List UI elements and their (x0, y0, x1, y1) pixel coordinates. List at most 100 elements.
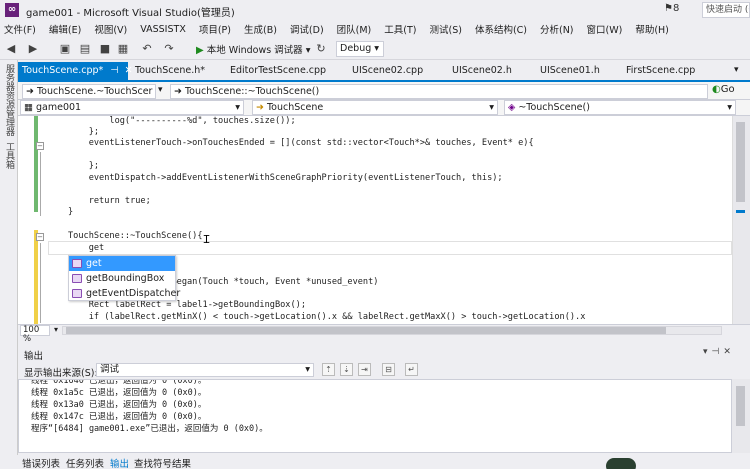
output-line: 程序“[6484] game001.exe”已退出，返回值为 0 (0x0)。 (31, 424, 268, 434)
clear-all-icon[interactable]: ⊟ (382, 363, 395, 376)
word-wrap-icon[interactable]: ↵ (405, 363, 418, 376)
quick-launch-input[interactable]: 快速启动 (C (702, 2, 750, 18)
redo-icon[interactable]: ↷ (162, 42, 176, 56)
outline-collapse-icon[interactable]: − (36, 233, 44, 241)
scroll-position-marker (736, 210, 745, 213)
visual-studio-logo-icon: ∞ (5, 3, 19, 17)
panel-window-controls[interactable]: ▾⊣✕ (703, 347, 735, 357)
menu-project[interactable]: 项目(P) (199, 22, 231, 36)
tab-uiscene01-h[interactable]: UIScene01.h (536, 62, 616, 80)
menu-view[interactable]: 视图(V) (94, 22, 127, 36)
unsaved-change-bar (34, 230, 38, 324)
code-line: get (68, 243, 105, 253)
toolbox-tab[interactable]: 工具箱 (3, 142, 16, 169)
pin-icon[interactable]: ⊣ (712, 347, 724, 357)
method-icon (72, 274, 82, 283)
tab-find-symbol-results[interactable]: 查找符号结果 (134, 456, 191, 469)
server-explorer-tab[interactable]: 服务器资源管理器 (3, 64, 16, 136)
class-select[interactable]: ➜ TouchScene ▾ (252, 100, 498, 115)
horizontal-scroll-thumb[interactable] (66, 327, 666, 334)
go-circle-icon: ◐ (712, 84, 721, 95)
close-icon[interactable]: ✕ (723, 347, 735, 357)
menu-window[interactable]: 窗口(W) (587, 22, 623, 36)
arrow-icon: ➜ (26, 86, 37, 97)
method-icon (72, 259, 82, 268)
notification-flag-icon[interactable]: ⚑8 (664, 3, 679, 14)
open-file-icon[interactable]: ▤ (78, 42, 92, 56)
va-scope-left-select[interactable]: ➜ TouchScene.~TouchScer (22, 84, 156, 99)
code-line: log("----------%d", touches.size()); (68, 116, 296, 126)
member-select[interactable]: ◈ ~TouchScene() ▾ (504, 100, 736, 115)
menu-vassistx[interactable]: VASSISTX (140, 24, 186, 35)
undo-icon[interactable]: ↶ (140, 42, 154, 56)
tab-firstscene-cpp[interactable]: FirstScene.cpp (622, 62, 712, 80)
va-scope-right-select[interactable]: ➜ TouchScene::~TouchScene() (170, 84, 708, 99)
code-line: TouchScene::~TouchScene(){ (68, 231, 203, 241)
forward-icon[interactable]: ▶ (26, 42, 40, 56)
intellisense-item-geteventdispatcher[interactable]: getEventDispatcher (69, 286, 180, 301)
chevron-down-icon[interactable]: ▾ (54, 325, 58, 334)
code-line: } (68, 207, 74, 217)
pin-icon[interactable]: ⊣ (110, 65, 118, 76)
class-icon: ➜ (256, 102, 267, 113)
method-icon: ◈ (508, 102, 519, 113)
tab-error-list[interactable]: 错误列表 (22, 456, 60, 469)
menu-team[interactable]: 团队(M) (337, 22, 372, 36)
editor-scroll-thumb[interactable] (736, 122, 745, 202)
tab-overflow-icon[interactable]: ▾ (734, 65, 739, 75)
arrow-icon: ➜ (174, 86, 185, 97)
notification-count: 8 (672, 3, 680, 14)
code-editor[interactable]: − − log("----------%d", touches.size());… (18, 116, 732, 324)
solution-config-select[interactable]: Debug ▾ (336, 41, 384, 57)
outline-collapse-icon[interactable]: − (36, 142, 44, 150)
go-to-line-icon[interactable]: ⇥ (358, 363, 371, 376)
menu-tools[interactable]: 工具(T) (384, 22, 416, 36)
project-icon: ▦ (24, 102, 36, 113)
output-source-select[interactable]: 调试 ▾ (96, 363, 314, 377)
tab-touchscene-h[interactable]: TouchScene.h* (131, 62, 221, 80)
menu-analyze[interactable]: 分析(N) (540, 22, 574, 36)
menu-test[interactable]: 测试(S) (429, 22, 461, 36)
code-line: return true; (68, 196, 151, 206)
intellisense-item-getboundingbox[interactable]: getBoundingBox (69, 271, 175, 286)
tab-task-list[interactable]: 任务列表 (66, 456, 104, 469)
overlay-widget (606, 458, 636, 469)
menu-help[interactable]: 帮助(H) (635, 22, 669, 36)
save-icon[interactable]: ■ (98, 42, 112, 56)
output-text-area[interactable]: 线程 0x1640 已退出，返回值为 0 (0x0)。 线程 0x1a5c 已退… (18, 379, 732, 453)
menu-bar: 文件(F) 编辑(E) 视图(V) VASSISTX 项目(P) 生成(B) 调… (0, 20, 750, 38)
project-select[interactable]: ▦ game001 ▾ (20, 100, 244, 115)
next-message-icon[interactable]: ⇣ (340, 363, 353, 376)
find-message-icon[interactable]: ⇡ (322, 363, 335, 376)
start-debugging-button[interactable]: ▶ 本地 Windows 调试器 ▾ (196, 42, 311, 56)
new-project-icon[interactable]: ▣ (58, 42, 72, 56)
chevron-down-icon[interactable]: ▾ (703, 347, 712, 357)
menu-architecture[interactable]: 体系结构(C) (475, 22, 527, 36)
menu-edit[interactable]: 编辑(E) (49, 22, 81, 36)
refresh-icon[interactable]: ↻ (314, 42, 328, 56)
chevron-down-icon[interactable]: ▾ (158, 85, 163, 95)
code-line: if (labelRect.getMinX() < touch->getLoca… (68, 312, 586, 322)
tab-output[interactable]: 输出 (110, 456, 129, 469)
intellisense-item-get[interactable]: get (69, 256, 175, 271)
output-source-label: 显示输出来源(S): (24, 368, 98, 379)
zoom-level-select[interactable]: 100 % (20, 325, 50, 344)
menu-file[interactable]: 文件(F) (4, 22, 36, 36)
tab-editortestscene-cpp[interactable]: EditorTestScene.cpp (226, 62, 336, 80)
output-panel-title: 输出 (24, 351, 44, 362)
play-icon: ▶ (196, 45, 204, 56)
intellisense-popup[interactable]: get getBoundingBox getEventDispatcher (68, 255, 180, 301)
go-button[interactable]: ◐Go (712, 84, 735, 95)
menu-debug[interactable]: 调试(D) (290, 22, 324, 36)
tab-touchscene-cpp[interactable]: TouchScene.cpp* ⊣ ✕ (18, 62, 133, 80)
tab-uiscene02-cpp[interactable]: UIScene02.cpp (348, 62, 438, 80)
outline-guide (40, 243, 41, 323)
save-all-icon[interactable]: ▦ (116, 42, 130, 56)
tab-uiscene02-h[interactable]: UIScene02.h (448, 62, 528, 80)
output-scroll-thumb[interactable] (736, 386, 745, 426)
ibeam-cursor-icon: Ｉ (201, 233, 212, 246)
menu-build[interactable]: 生成(B) (244, 22, 277, 36)
saved-change-bar (34, 116, 38, 212)
back-icon[interactable]: ◀ (4, 42, 18, 56)
outline-guide (40, 152, 41, 216)
